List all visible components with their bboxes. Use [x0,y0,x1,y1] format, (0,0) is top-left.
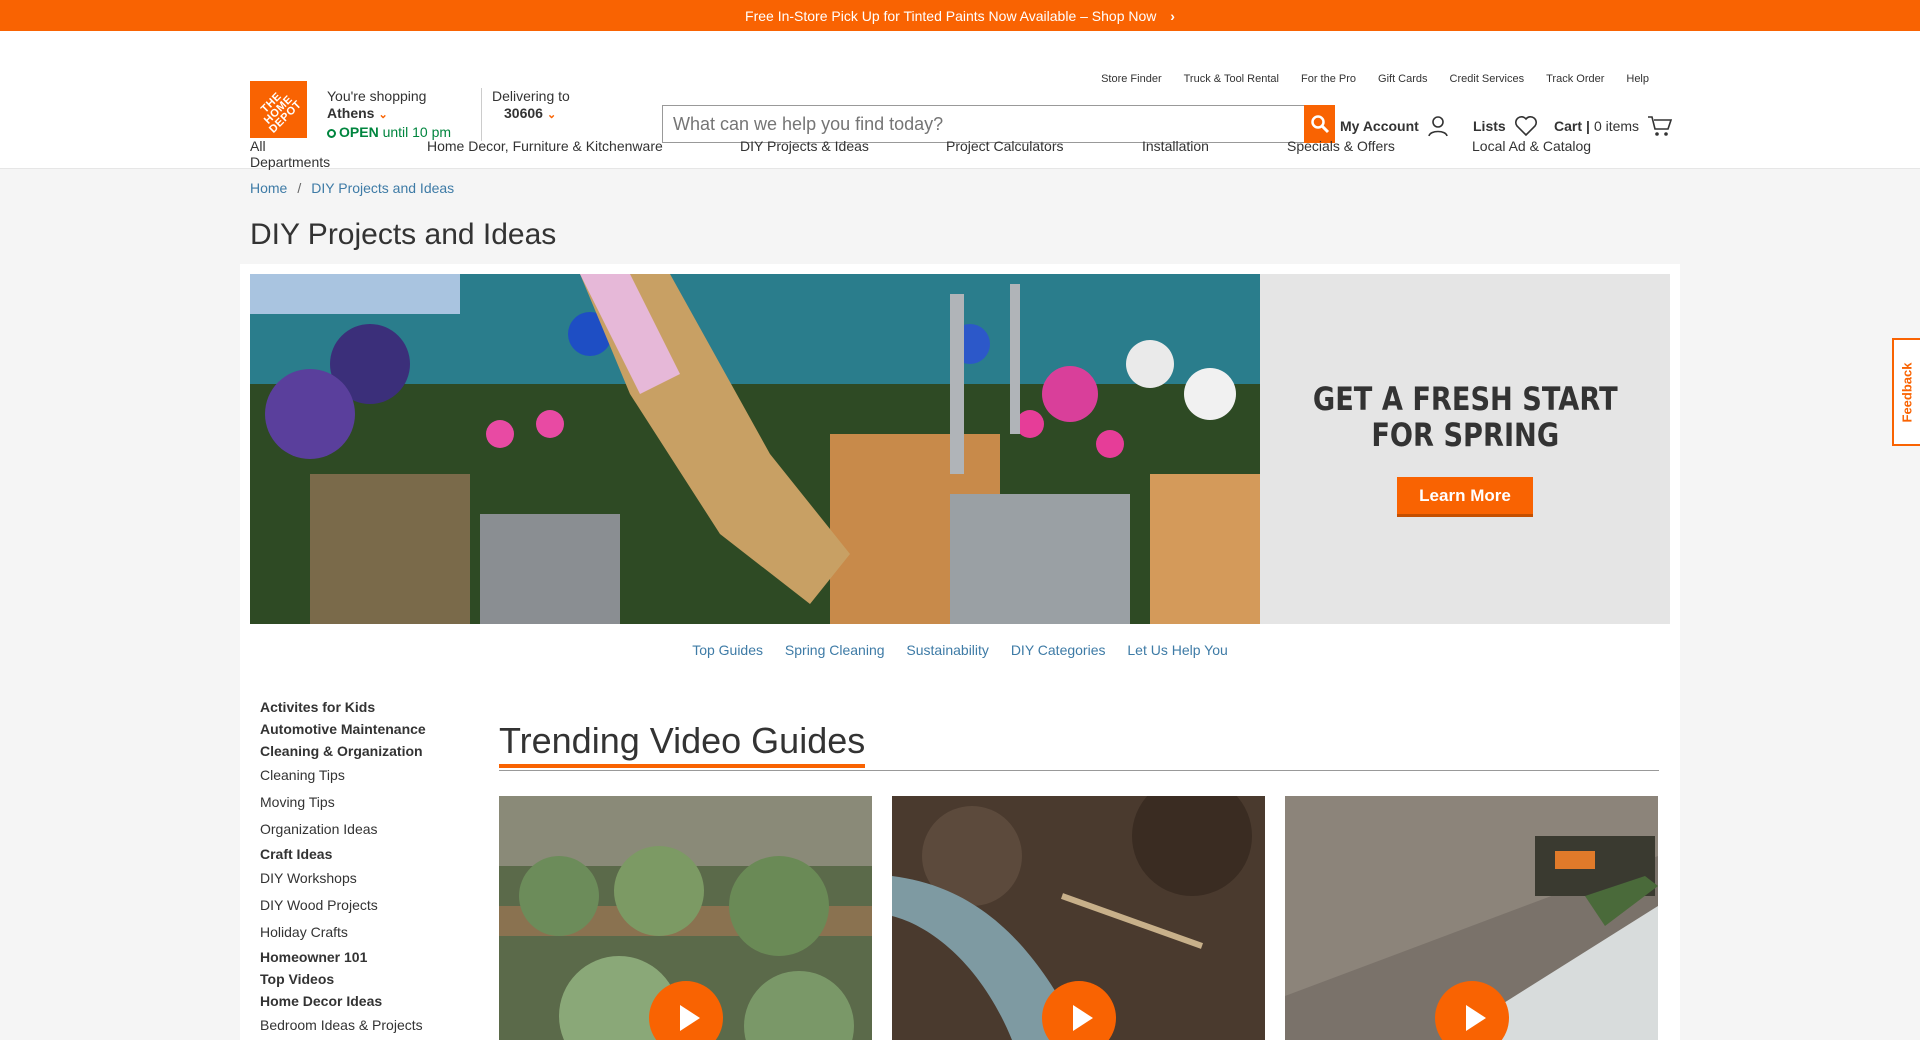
my-account-button[interactable]: My Account [1340,115,1449,137]
delivery-zip-selector[interactable]: Delivering to 30606 ⌄ [492,88,570,124]
subnav-let-us-help[interactable]: Let Us Help You [1127,642,1227,658]
sidebar-item[interactable]: Cleaning Tips [260,762,426,789]
hero-banner[interactable]: GET A FRESH START FOR SPRING Learn More [250,274,1670,624]
divider [481,88,482,141]
nav-diy-projects[interactable]: DIY Projects & Ideas [740,138,869,154]
promo-text[interactable]: Free In-Store Pick Up for Tinted Paints … [745,8,1156,24]
breadcrumb-current[interactable]: DIY Projects and Ideas [311,180,454,196]
hero-image [250,274,1260,624]
category-sidebar: Activites for Kids Automotive Maintenanc… [260,696,426,1039]
sidebar-item[interactable]: Craft Ideas [260,843,426,865]
subnav-sustainability[interactable]: Sustainability [906,642,989,658]
sidebar-item[interactable]: Automotive Maintenance [260,718,426,740]
subnav-spring-cleaning[interactable]: Spring Cleaning [785,642,885,658]
sidebar-item[interactable]: Cleaning & Organization [260,740,426,762]
cart-separator: | [1586,118,1590,134]
utility-link-for-the-pro[interactable]: For the Pro [1301,73,1356,85]
nav-specials-offers[interactable]: Specials & Offers [1287,138,1395,154]
trending-title: Trending Video Guides [499,720,866,768]
sidebar-item[interactable]: Activites for Kids [260,696,426,718]
cart-count: 0 items [1593,118,1640,134]
delivery-label: Delivering to [492,88,570,104]
nav-home-decor[interactable]: Home Decor, Furniture & Kitchenware [427,138,663,154]
nav-all-departments[interactable]: All Departments [250,138,330,170]
home-depot-logo[interactable]: THE HOME DEPOT [250,81,307,138]
cart-label: Cart [1554,118,1583,134]
sidebar-item[interactable]: Holiday Crafts [260,919,426,946]
cart-icon [1648,116,1673,136]
heart-icon [1514,116,1537,137]
cart-button[interactable]: Cart | 0 items [1554,115,1673,137]
nav-project-calculators[interactable]: Project Calculators [946,138,1064,154]
subnav-diy-categories[interactable]: DIY Categories [1011,642,1106,658]
breadcrumb: Home / DIY Projects and Ideas [250,180,454,196]
trending-section: Trending Video Guides [499,720,1659,771]
sidebar-item[interactable]: Moving Tips [260,789,426,816]
learn-more-button[interactable]: Learn More [1397,477,1533,517]
nav-installation[interactable]: Installation [1142,138,1209,154]
sidebar-item[interactable]: Bedroom Ideas & Projects [260,1012,426,1039]
video-card[interactable] [1285,796,1658,1040]
delivery-zip: 30606 [504,105,543,121]
chevron-down-icon: ⌄ [546,109,557,121]
feedback-label: Feedback [1899,362,1915,422]
promo-banner[interactable]: Free In-Store Pick Up for Tinted Paints … [0,0,1920,31]
user-icon [1428,116,1448,137]
store-name: Athens [327,105,375,121]
video-grid [499,796,1658,1040]
sidebar-item[interactable]: Top Videos [260,968,426,990]
nav-local-ad-catalog[interactable]: Local Ad & Catalog [1472,138,1591,154]
lists-label: Lists [1473,118,1506,134]
content-panel: GET A FRESH START FOR SPRING Learn More … [240,264,1680,1040]
sidebar-item[interactable]: DIY Wood Projects [260,892,426,919]
chevron-down-icon: ⌄ [378,109,388,121]
sidebar-item[interactable]: Organization Ideas [260,816,426,843]
search-icon [1310,115,1329,134]
my-account-label: My Account [1340,118,1419,134]
hero-headline-line2: FOR SPRING [1371,416,1559,454]
video-card[interactable] [499,796,872,1040]
store-selector[interactable]: You're shopping Athens ⌄ OPEN until 10 pm [327,88,451,141]
video-card[interactable] [892,796,1265,1040]
utility-link-help[interactable]: Help [1626,73,1649,85]
hero-headline: GET A FRESH START FOR SPRING [1313,381,1618,453]
open-status-icon [327,128,336,138]
breadcrumb-home[interactable]: Home [250,180,287,196]
utility-link-store-finder[interactable]: Store Finder [1101,73,1162,85]
sub-nav: Top Guides Spring Cleaning Sustainabilit… [240,642,1680,658]
utility-link-gift-cards[interactable]: Gift Cards [1378,73,1428,85]
page-title: DIY Projects and Ideas [250,218,557,251]
logo-text: THE HOME DEPOT [258,89,305,136]
chevron-right-icon: › [1170,8,1175,24]
sidebar-item[interactable]: Homeowner 101 [260,946,426,968]
open-status: OPEN [339,124,379,140]
hero-headline-line1: GET A FRESH START [1312,380,1618,418]
garden-illustration [250,274,1260,624]
subnav-top-guides[interactable]: Top Guides [692,642,763,658]
breadcrumb-separator: / [297,180,302,196]
utility-link-truck-rental[interactable]: Truck & Tool Rental [1184,73,1279,85]
hero-promo: GET A FRESH START FOR SPRING Learn More [1260,274,1670,624]
section-divider [499,770,1659,771]
sidebar-item[interactable]: DIY Workshops [260,865,426,892]
sidebar-item[interactable]: Home Decor Ideas [260,990,426,1012]
utility-links: Store Finder Truck & Tool Rental For the… [1101,73,1649,85]
feedback-tab[interactable]: Feedback [1892,338,1920,446]
utility-link-track-order[interactable]: Track Order [1546,73,1604,85]
utility-link-credit-services[interactable]: Credit Services [1450,73,1525,85]
lists-button[interactable]: Lists [1473,115,1538,137]
store-label: You're shopping [327,88,427,104]
